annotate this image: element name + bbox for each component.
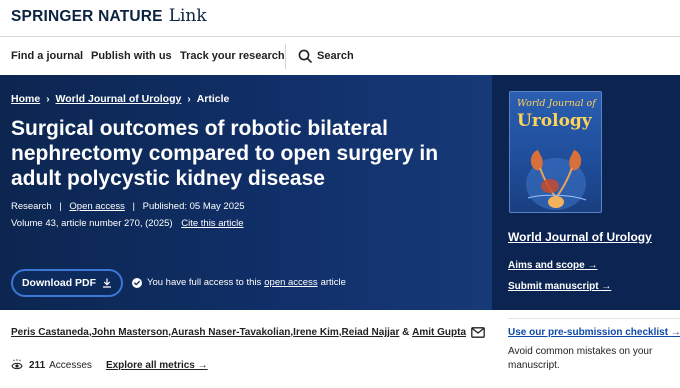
cover-title-line1: World Journal of xyxy=(517,98,596,109)
download-pdf-button[interactable]: Download PDF xyxy=(11,269,123,297)
search-icon[interactable] xyxy=(298,49,312,63)
open-access-link[interactable]: Open access xyxy=(69,201,124,212)
author-link[interactable]: Irene Kim xyxy=(293,327,339,338)
logo-link-text: Link xyxy=(168,6,207,26)
explore-metrics-label: Explore all metrics xyxy=(105,359,195,371)
springer-nature-link-logo[interactable]: SPRINGER NATURE Link xyxy=(11,6,207,26)
arrow-right-icon: → xyxy=(670,327,680,338)
arrow-right-icon: → xyxy=(601,281,612,292)
arrow-right-icon: → xyxy=(197,359,208,371)
chevron-right-icon: › xyxy=(46,93,50,105)
arrow-right-icon: → xyxy=(587,260,598,271)
accesses-label: Accesses xyxy=(49,359,92,371)
pre-submission-checklist-link[interactable]: Use our pre-submission checklist → xyxy=(508,327,680,338)
sidebar-journal-name[interactable]: World Journal of Urology xyxy=(508,230,652,244)
breadcrumb-current: Article xyxy=(196,93,230,105)
submit-manuscript-link[interactable]: Submit manuscript → xyxy=(508,281,611,292)
volume-info: Volume 43, article number 270, (2025) xyxy=(11,218,173,229)
submit-manuscript-label: Submit manuscript xyxy=(508,281,599,292)
meta-divider: | xyxy=(132,201,135,212)
breadcrumb-home[interactable]: Home xyxy=(11,93,40,105)
access-note-suffix: article xyxy=(320,277,346,288)
logo-brand-text: SPRINGER NATURE xyxy=(11,8,163,25)
article-metrics: 211 Accesses Explore all metrics → xyxy=(11,359,208,371)
published-date: Published: 05 May 2025 xyxy=(142,201,245,212)
chevron-right-icon: › xyxy=(187,93,191,105)
author-link[interactable]: Reiad Najjar xyxy=(342,327,400,338)
access-note: You have full access to this open access… xyxy=(132,277,346,288)
mail-icon[interactable] xyxy=(471,327,485,338)
article-meta-line: Research | Open access | Published: 05 M… xyxy=(11,201,245,212)
checklist-description: Avoid common mistakes on your manuscript… xyxy=(508,346,653,371)
journal-cover[interactable]: World Journal of Urology xyxy=(509,91,602,213)
article-volume-line: Volume 43, article number 270, (2025) Ci… xyxy=(11,218,244,229)
author-list: Peris Castaneda, John Masterson, Aurash … xyxy=(11,327,485,338)
main-nav: Find a journal Publish with us Track you… xyxy=(0,38,680,75)
download-pdf-label: Download PDF xyxy=(21,277,97,289)
kidney-illustration-icon xyxy=(526,150,587,210)
breadcrumb-journal[interactable]: World Journal of Urology xyxy=(56,93,182,105)
article-title: Surgical outcomes of robotic bilateral n… xyxy=(11,117,439,190)
article-hero: Home › World Journal of Urology › Articl… xyxy=(0,75,680,310)
aims-and-scope-label: Aims and scope xyxy=(508,260,585,271)
author-link[interactable]: Peris Castaneda xyxy=(11,327,89,338)
explore-metrics-link[interactable]: Explore all metrics → xyxy=(106,360,208,371)
cover-title-line2: Urology xyxy=(517,111,592,131)
cite-article-link[interactable]: Cite this article xyxy=(181,218,243,229)
site-header: SPRINGER NATURE Link xyxy=(0,0,680,37)
nav-find-journal[interactable]: Find a journal xyxy=(11,50,83,62)
author-link[interactable]: John Masterson xyxy=(92,327,169,338)
accesses-count: 211 xyxy=(29,359,46,371)
article-type: Research xyxy=(11,201,52,212)
author-and: & xyxy=(399,327,413,338)
nav-search[interactable]: Search xyxy=(317,50,354,62)
checklist-label: Use our pre-submission checklist xyxy=(508,327,669,338)
check-circle-icon xyxy=(132,277,142,288)
accesses-icon xyxy=(11,359,23,370)
access-note-link[interactable]: open access xyxy=(264,277,317,288)
nav-publish-with-us[interactable]: Publish with us xyxy=(91,50,172,62)
download-icon xyxy=(102,278,112,288)
aims-and-scope-link[interactable]: Aims and scope → xyxy=(508,260,597,271)
sidebar-divider xyxy=(508,318,680,319)
author-link[interactable]: Amit Gupta xyxy=(412,327,466,338)
nav-divider xyxy=(285,44,286,69)
breadcrumb: Home › World Journal of Urology › Articl… xyxy=(11,93,229,105)
access-note-prefix: You have full access to this xyxy=(147,277,262,288)
nav-track-research[interactable]: Track your research xyxy=(180,50,285,62)
meta-divider: | xyxy=(59,201,62,212)
author-link[interactable]: Aurash Naser-Tavakolian xyxy=(171,327,290,338)
